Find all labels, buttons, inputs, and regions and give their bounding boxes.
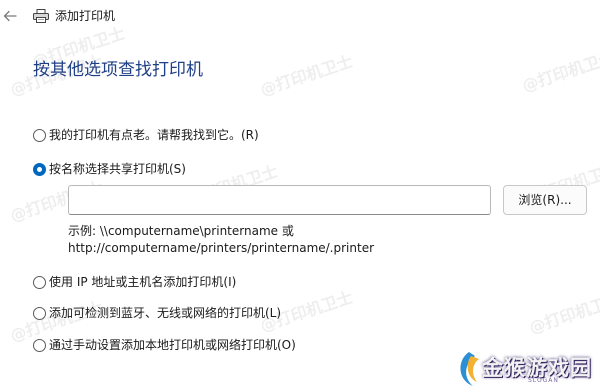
watermark: @打印机卫士	[519, 47, 600, 96]
example-text-line2: http://computername/printers/printername…	[68, 241, 375, 255]
radio-button-selected[interactable]	[33, 162, 46, 176]
shared-printer-name-input[interactable]	[68, 185, 491, 215]
radio-button[interactable]	[33, 128, 46, 142]
page-heading: 按其他选项查找打印机	[33, 60, 203, 80]
title-bar: 添加打印机	[0, 0, 600, 32]
browse-button[interactable]: 浏览(R)...	[503, 185, 587, 215]
printer-icon	[33, 9, 49, 23]
back-arrow-icon[interactable]	[3, 9, 17, 23]
watermark: @打印机卫士	[257, 51, 356, 100]
option-label: 添加可检测到蓝牙、无线或网络的打印机(L)	[49, 306, 282, 320]
option-manual-local-network[interactable]: 通过手动设置添加本地打印机或网络打印机(O)	[33, 337, 296, 353]
option-label: 通过手动设置添加本地打印机或网络打印机(O)	[49, 338, 296, 352]
option-label: 我的打印机有点老。请帮我找到它。(R)	[49, 128, 259, 142]
radio-button[interactable]	[33, 275, 46, 289]
example-text-line1: 示例: \\computername\printername 或	[68, 224, 294, 238]
option-bluetooth-wireless-network[interactable]: 添加可检测到蓝牙、无线或网络的打印机(L)	[33, 305, 281, 321]
option-label: 按名称选择共享打印机(S)	[49, 162, 186, 176]
option-ip-hostname[interactable]: 使用 IP 地址或主机名添加打印机(I)	[33, 274, 236, 290]
radio-button[interactable]	[33, 338, 46, 352]
radio-button[interactable]	[33, 306, 46, 320]
option-label: 使用 IP 地址或主机名添加打印机(I)	[49, 275, 237, 289]
window-title: 添加打印机	[55, 9, 116, 23]
option-old-printer[interactable]: 我的打印机有点老。请帮我找到它。(R)	[33, 127, 259, 143]
option-shared-printer-by-name[interactable]: 按名称选择共享打印机(S)	[33, 161, 186, 177]
logo-slogan: SLOGAN	[528, 377, 559, 384]
watermark: @打印机卫士	[526, 289, 600, 338]
